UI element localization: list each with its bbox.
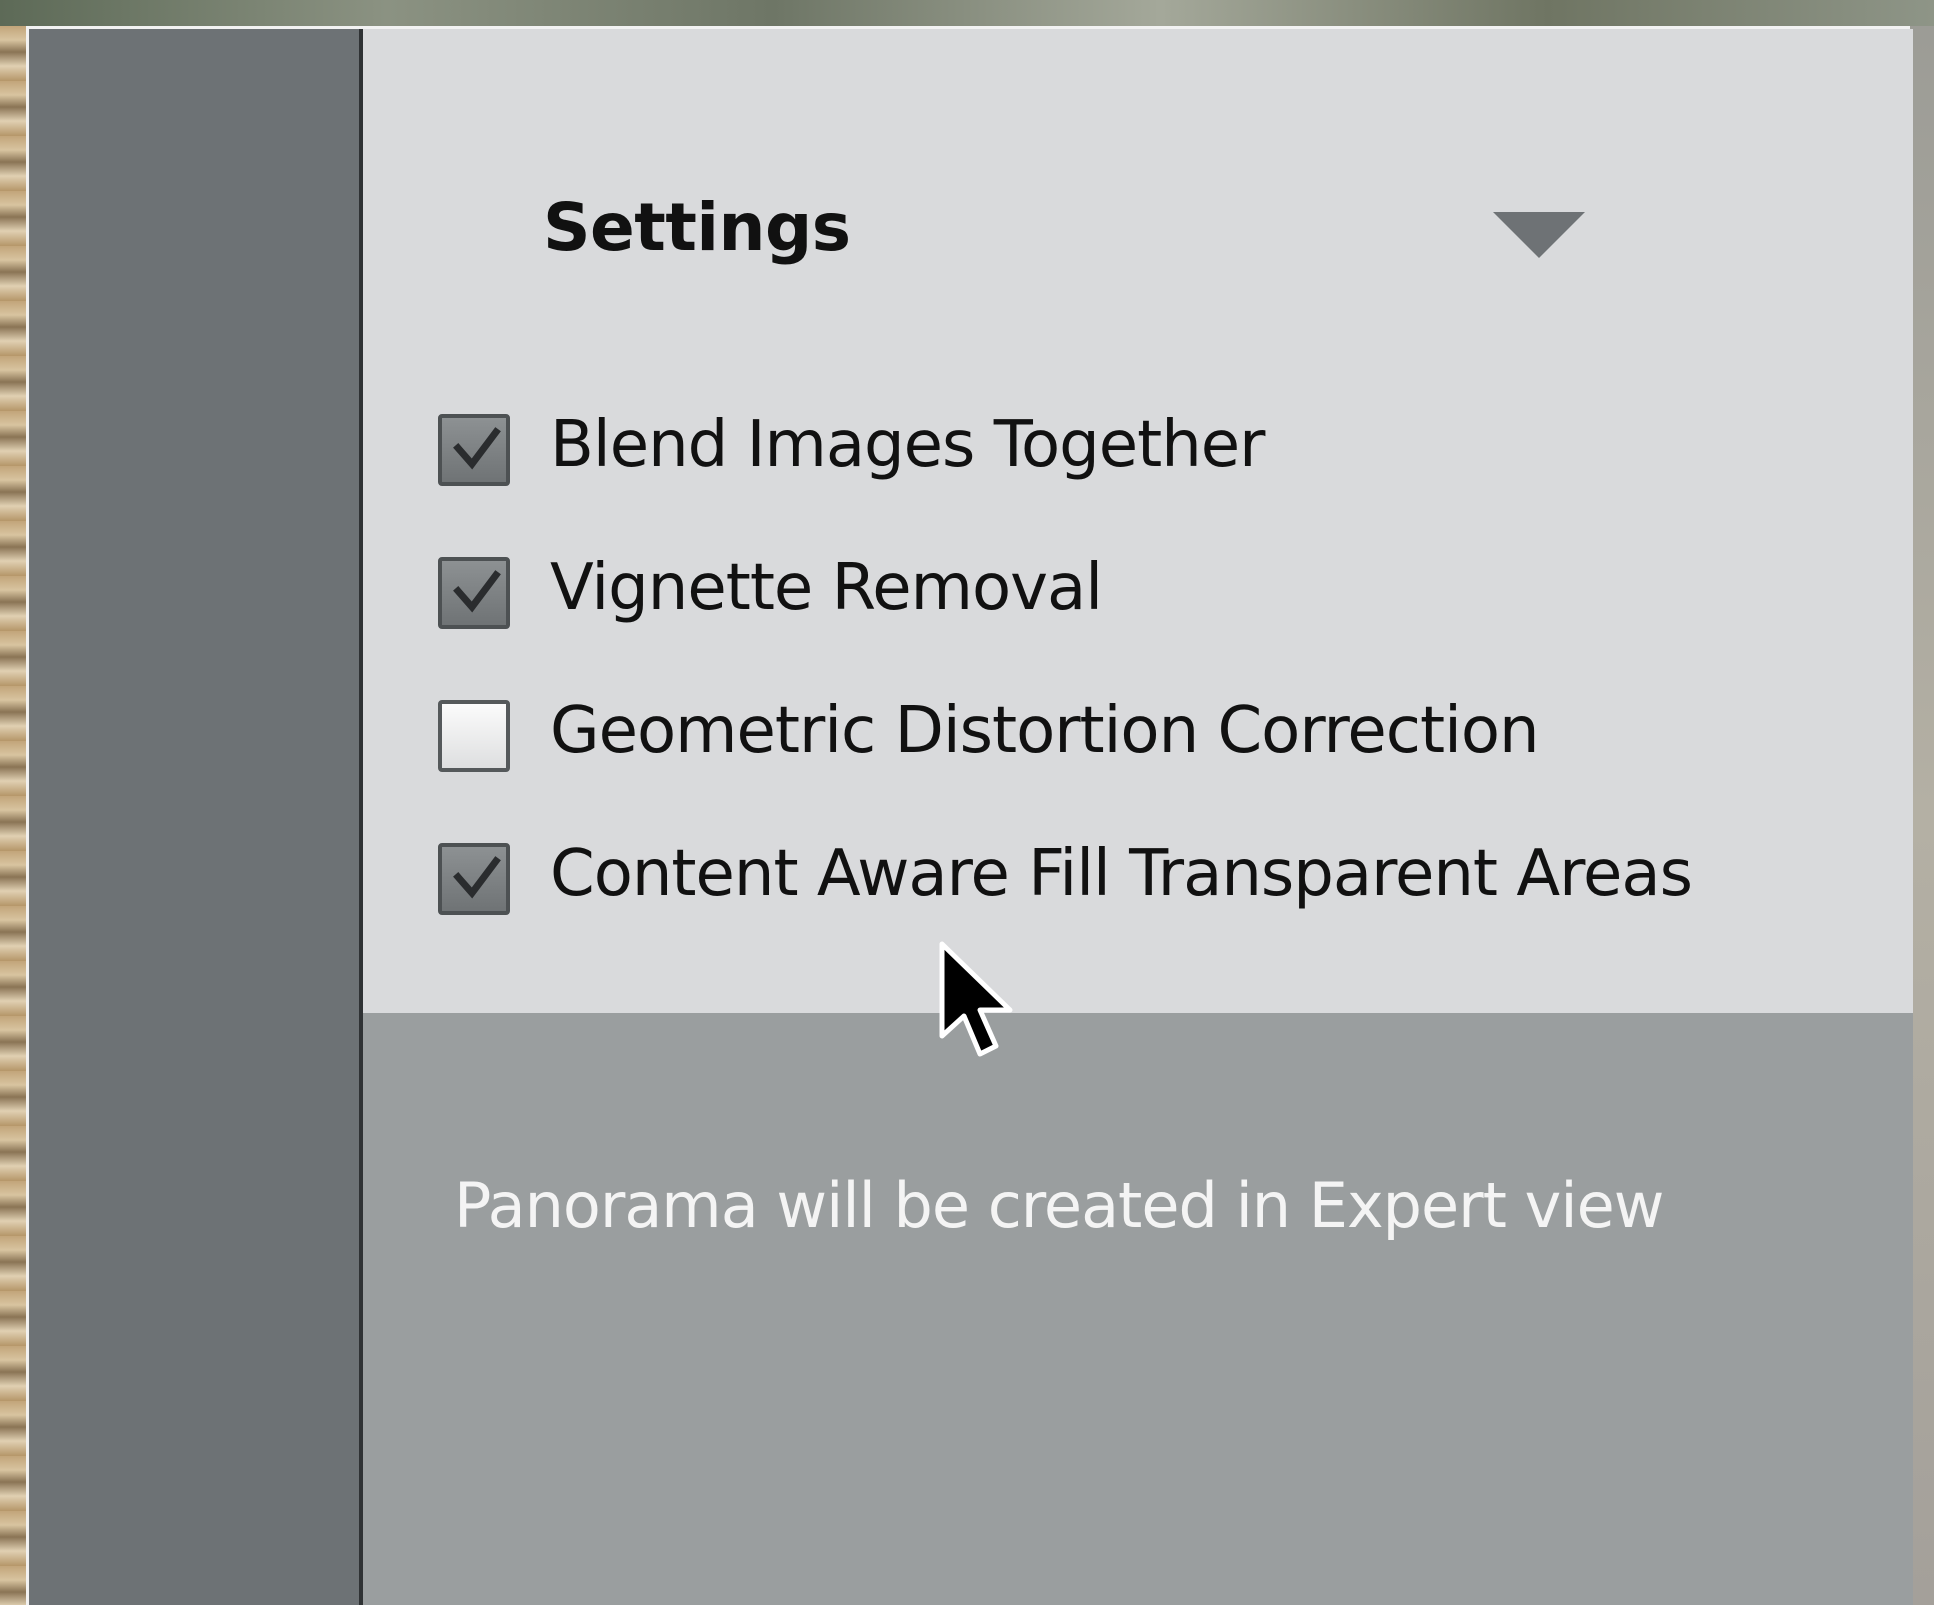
background-photo-right: [1910, 26, 1934, 1605]
settings-options: Blend Images Together Vignette Removal G…: [438, 408, 1693, 986]
option-label: Content Aware Fill Transparent Areas: [550, 837, 1693, 911]
checkmark-icon: [453, 427, 501, 470]
content-aware-fill-checkbox[interactable]: [438, 843, 510, 915]
option-label: Geometric Distortion Correction: [550, 694, 1540, 768]
background-photo-left: [0, 26, 26, 1605]
option-label: Vignette Removal: [550, 551, 1103, 625]
option-label: Blend Images Together: [550, 408, 1265, 482]
blend-images-checkbox[interactable]: [438, 414, 510, 486]
option-content-aware-fill[interactable]: Content Aware Fill Transparent Areas: [438, 837, 1693, 986]
option-blend-images[interactable]: Blend Images Together: [438, 408, 1692, 557]
option-geometric-distortion[interactable]: Geometric Distortion Correction: [438, 694, 1692, 843]
settings-section: Settings Blend Images Together Vignette …: [363, 29, 1913, 1013]
option-vignette-removal[interactable]: Vignette Removal: [438, 551, 1692, 700]
checkmark-icon: [453, 856, 501, 899]
left-rail: [29, 29, 359, 1605]
background-photo-top: [0, 0, 1934, 26]
checkmark-icon: [453, 570, 501, 613]
photomerge-panorama-dialog: Settings Blend Images Together Vignette …: [26, 26, 1913, 1605]
expert-view-note: Panorama will be created in Expert view: [454, 1169, 1664, 1242]
settings-title: Settings: [543, 189, 851, 266]
geometric-distortion-checkbox[interactable]: [438, 700, 510, 772]
settings-panel: Settings Blend Images Together Vignette …: [359, 29, 1913, 1605]
screen: Settings Blend Images Together Vignette …: [0, 0, 1934, 1605]
vignette-removal-checkbox[interactable]: [438, 557, 510, 629]
chevron-down-icon[interactable]: [1493, 212, 1585, 258]
